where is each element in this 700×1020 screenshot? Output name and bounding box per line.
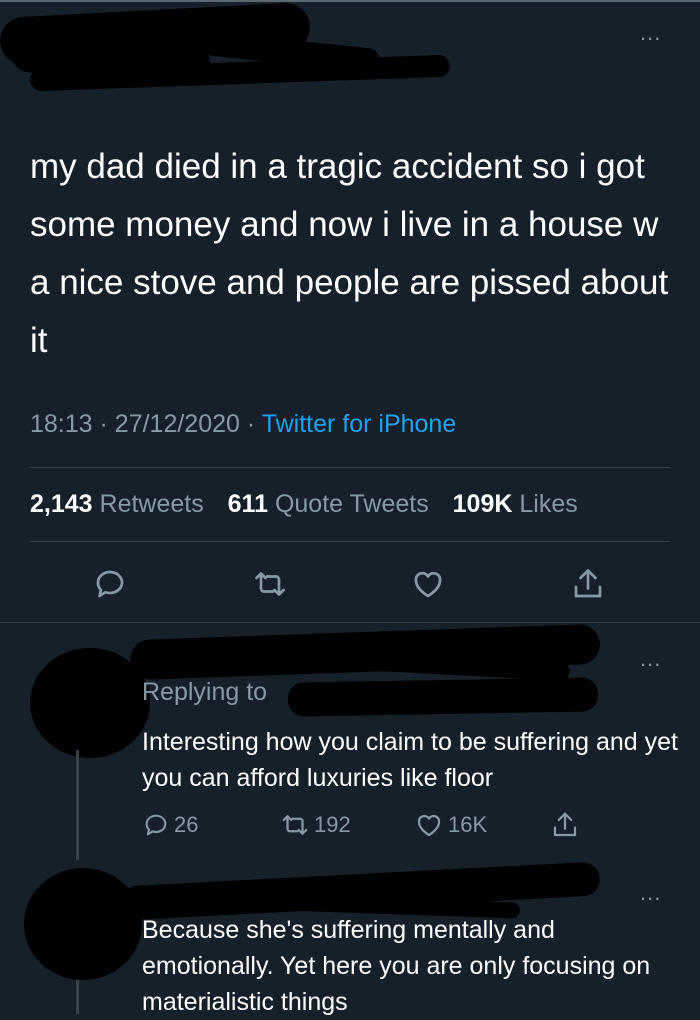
like-button[interactable] [410,566,446,602]
tweet-time: 18:13 [30,410,93,438]
reply-icon [145,814,167,836]
retweets-label[interactable]: Retweets [100,490,204,518]
divider [30,541,670,542]
reply-share-button[interactable] [550,810,584,840]
tweet-date: 27/12/2020 [114,410,240,438]
retweets-count[interactable]: 2,143 [30,490,93,518]
reply-like-button[interactable]: 16K [414,810,487,840]
retweet-icon [282,815,308,835]
reply-text: Because she's suffering mentally and emo… [142,916,651,1016]
share-button[interactable] [570,566,606,602]
reply-icon [96,570,124,598]
reply-more-options-icon[interactable]: ... [640,882,661,904]
like-icon [417,814,441,837]
reply-button[interactable] [92,566,128,602]
like-icon [414,571,442,598]
more-options-icon[interactable]: ... [640,22,661,44]
likes-label[interactable]: Likes [519,490,577,518]
reply-count: 26 [174,812,199,837]
tweet-text: my dad died in a tragic accident so i go… [30,147,669,360]
like-count: 16K [448,812,488,837]
thread-line [76,750,79,860]
reply-reply-button[interactable]: 26 [142,810,198,840]
likes-count[interactable]: 109K [453,490,513,518]
divider [30,467,670,468]
replying-to-label: Replying to [142,678,268,706]
redacted-avatar [24,868,142,980]
section-divider [0,622,700,623]
thread-line [76,980,79,1014]
retweet-count: 192 [314,812,351,837]
top-divider [0,0,700,2]
reply-more-options-icon[interactable]: ... [640,648,661,670]
share-icon [553,812,577,837]
redacted-replying-handle [287,677,599,717]
retweet-icon [255,572,285,596]
quotes-label[interactable]: Quote Tweets [275,490,429,518]
meta-separator: · [99,410,115,438]
share-icon [574,569,602,598]
meta-separator: · [246,410,262,438]
quotes-count[interactable]: 611 [228,490,268,518]
tweet-stats: 2,143 Retweets 611 Quote Tweets 109K Lik… [30,490,578,519]
tweet-source-link[interactable]: Twitter for iPhone [262,410,457,438]
reply-retweet-button[interactable]: 192 [280,810,351,840]
retweet-button[interactable] [252,566,288,602]
tweet-meta: 18:13 · 27/12/2020 · Twitter for iPhone [30,410,456,439]
reply-text: Interesting how you claim to be sufferin… [142,728,678,792]
